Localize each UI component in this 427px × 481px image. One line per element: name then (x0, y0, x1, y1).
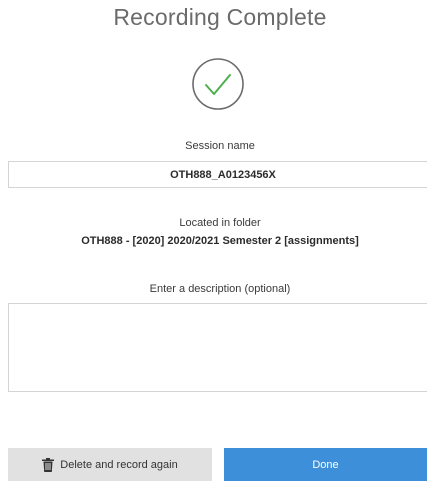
description-label: Enter a description (optional) (149, 283, 291, 295)
recording-complete-dialog: Recording Complete Session name Located … (0, 0, 427, 481)
session-name-input[interactable] (8, 161, 427, 188)
delete-and-record-again-button[interactable]: Delete and record again (8, 448, 212, 481)
session-name-label: Session name (185, 140, 255, 152)
done-button[interactable]: Done (224, 448, 427, 481)
dialog-title: Recording Complete (113, 4, 327, 30)
folder-label: Located in folder (179, 217, 261, 229)
trash-icon (42, 457, 55, 472)
check-circle-icon (192, 58, 244, 110)
description-input[interactable] (8, 303, 427, 392)
folder-value: OTH888 - [2020] 2020/2021 Semester 2 [as… (81, 235, 359, 247)
delete-button-label: Delete and record again (60, 458, 178, 471)
